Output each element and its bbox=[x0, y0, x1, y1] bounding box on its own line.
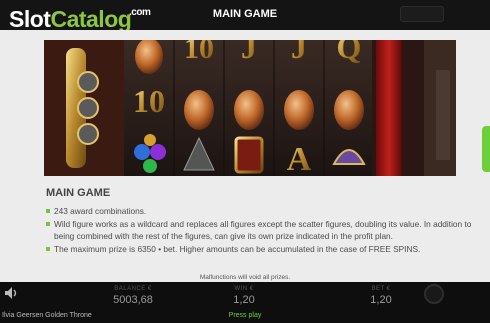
dragon-egg-icon bbox=[234, 90, 264, 130]
bet-label: BET € bbox=[371, 286, 391, 292]
balance-label: BALANCE € bbox=[114, 286, 152, 292]
win-display: WIN € 1,20 bbox=[224, 286, 264, 306]
close-button[interactable] bbox=[400, 6, 444, 22]
rule-item: 243 award combinations. bbox=[46, 205, 476, 217]
win-label: WIN € bbox=[234, 286, 254, 292]
malfunction-note: Malfunctions will void all prizes. bbox=[199, 274, 291, 281]
bet-value: 1,20 bbox=[370, 294, 392, 306]
throne-icon bbox=[234, 136, 264, 174]
win-value: 1,20 bbox=[233, 294, 255, 306]
bottom-bar: BALANCE € 5003,68 WIN € 1,20 BET € 1,20 … bbox=[0, 282, 490, 323]
speaker-icon[interactable] bbox=[3, 285, 19, 301]
symbol-j-icon: J bbox=[291, 40, 307, 65]
balance-value: 5003,68 bbox=[113, 294, 153, 306]
section-title: MAIN GAME bbox=[46, 187, 111, 199]
paytable-panel: 10 10 J J A Q MAIN GAME 243 award combin… bbox=[0, 30, 490, 292]
top-bar: SlotCatalog .com MAIN GAME bbox=[0, 0, 490, 32]
reels-screenshot: 10 10 J J A Q bbox=[44, 40, 456, 176]
balance-display: BALANCE € 5003,68 bbox=[108, 286, 158, 306]
bet-display: BET € 1,20 bbox=[362, 286, 400, 306]
orb-2-icon bbox=[77, 97, 99, 119]
side-menu-tab[interactable] bbox=[482, 126, 490, 172]
symbol-10-icon: 10 bbox=[133, 83, 165, 119]
gem-purple-icon bbox=[150, 144, 166, 160]
symbol-10-top-icon: 10 bbox=[184, 40, 214, 65]
rules-list: 243 award combinations. Wild figure work… bbox=[46, 205, 476, 256]
symbol-j-icon: J bbox=[241, 40, 257, 65]
dragon-egg-icon bbox=[184, 90, 214, 130]
dragon-egg-icon bbox=[334, 90, 364, 130]
gem-blue-icon bbox=[134, 144, 150, 160]
gem-green-icon bbox=[143, 159, 157, 173]
gem-gold-icon bbox=[144, 134, 156, 146]
symbol-q-icon: Q bbox=[337, 40, 362, 65]
coin-icon[interactable] bbox=[424, 284, 444, 304]
red-curtain bbox=[376, 40, 402, 176]
rule-item: The maximum prize is 6350 • bet. Higher … bbox=[46, 243, 476, 255]
orb-1-icon bbox=[77, 71, 99, 93]
symbol-a-icon: A bbox=[287, 141, 312, 176]
rule-item: Wild figure works as a wildcard and repl… bbox=[46, 218, 476, 242]
press-play-text: Press play bbox=[228, 312, 262, 319]
orb-3-icon bbox=[77, 123, 99, 145]
dragon-egg-icon bbox=[284, 90, 314, 130]
